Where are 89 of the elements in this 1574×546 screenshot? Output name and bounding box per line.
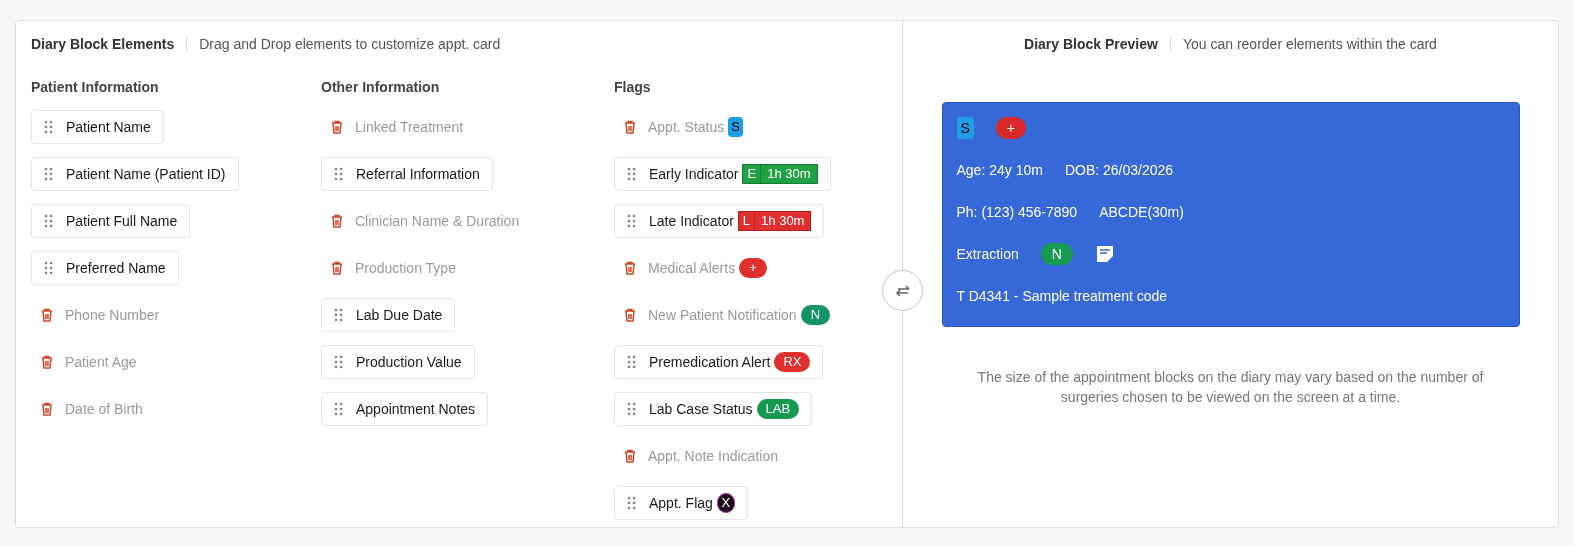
element-label: Date of Birth (65, 399, 143, 419)
drag-handle-icon[interactable] (625, 496, 637, 510)
element-label: Patient Age (65, 352, 137, 372)
card-text: T D4341 - Sample treatment code (956, 286, 1168, 306)
trash-icon[interactable] (624, 449, 636, 463)
element-item[interactable]: New Patient Notification N (614, 298, 843, 332)
trash-icon[interactable] (331, 214, 343, 228)
preview-note: The size of the appointment blocks on the diary may vary based on the number of surgeries chosen to be viewed on the screen at a time. (976, 368, 1485, 407)
trash-icon[interactable] (624, 120, 636, 134)
flag-badge: N (800, 305, 831, 325)
drag-handle-icon[interactable] (332, 402, 344, 416)
element-item[interactable]: Referral Information (321, 157, 493, 191)
element-label: Patient Name (66, 117, 151, 137)
card-text: DOB: 26/03/2026 (1064, 160, 1174, 180)
flag-badge: + (739, 258, 767, 278)
drag-handle-icon[interactable] (42, 120, 54, 134)
element-label: Medical Alerts (648, 258, 736, 278)
drag-handle-icon[interactable] (332, 308, 344, 322)
panel-title: Diary Block Elements (31, 34, 175, 54)
drag-handle-icon[interactable] (332, 355, 344, 369)
column-heading: Patient Information (31, 78, 160, 97)
drag-handle-icon[interactable] (625, 355, 637, 369)
card-text: Age: 24y 10m (956, 160, 1043, 180)
element-item[interactable]: Medical Alerts + (614, 251, 779, 285)
element-item[interactable]: Appt. Flag X (614, 486, 748, 520)
trash-icon[interactable] (41, 308, 53, 322)
element-item[interactable]: Premedication Alert RX (614, 345, 824, 379)
column-heading: Flags (614, 78, 652, 97)
swap-button[interactable] (882, 270, 923, 311)
card-badge: + (995, 117, 1027, 139)
note-icon (1094, 244, 1115, 264)
element-item[interactable]: Appointment Notes (321, 392, 489, 426)
column-heading: Other Information (321, 78, 441, 97)
element-label: Preferred Name (66, 258, 166, 278)
drag-handle-icon[interactable] (625, 214, 637, 228)
panel-subtitle: You can reorder elements within the card (1182, 34, 1437, 54)
trash-icon[interactable] (41, 355, 53, 369)
element-item[interactable]: Patient Name (Patient ID) (31, 157, 239, 191)
drag-handle-icon[interactable] (42, 167, 54, 181)
card-text: ABCDE(30m) (1099, 202, 1184, 222)
element-label: Lab Case Status (649, 399, 753, 419)
flag-badge: RX (774, 352, 811, 372)
element-label: Clinician Name & Duration (355, 211, 520, 231)
element-label: Appointment Notes (356, 399, 476, 419)
trash-icon[interactable] (624, 308, 636, 322)
element-item[interactable]: Early Indicator E 1h 30m (614, 157, 831, 191)
card-text: Ph: (123) 456-7890 (956, 202, 1078, 222)
trash-icon[interactable] (331, 261, 343, 275)
element-item[interactable]: Preferred Name (31, 251, 179, 285)
element-item[interactable]: Lab Case Status LAB (614, 392, 813, 426)
trash-icon[interactable] (624, 261, 636, 275)
drag-handle-icon[interactable] (42, 261, 54, 275)
panel-title: Diary Block Preview (1024, 34, 1158, 54)
flag-badge: L 1h 30m (737, 211, 812, 231)
trash-icon[interactable] (331, 120, 343, 134)
drag-handle-icon[interactable] (625, 402, 637, 416)
drag-handle-icon[interactable] (625, 167, 637, 181)
panel-subtitle: Drag and Drop elements to customize appt. card (199, 34, 501, 54)
drag-handle-icon[interactable] (332, 167, 344, 181)
card-badge: S (956, 117, 974, 139)
element-item[interactable]: Lab Due Date (321, 298, 456, 332)
element-label: Patient Name (Patient ID) (66, 164, 226, 184)
flag-badge: E 1h 30m (742, 164, 818, 184)
element-label: New Patient Notification (648, 305, 797, 325)
element-item[interactable]: Late Indicator L 1h 30m (614, 204, 825, 238)
drag-handle-icon[interactable] (42, 214, 54, 228)
element-label: Production Type (355, 258, 456, 278)
element-label: Late Indicator (649, 211, 734, 231)
element-label: Patient Full Name (66, 211, 178, 231)
element-label: Referral Information (356, 164, 480, 184)
flag-badge: X (716, 493, 735, 513)
element-item[interactable]: Patient Full Name (31, 204, 191, 238)
flag-badge: S (728, 117, 743, 137)
element-item[interactable]: Patient Name (31, 110, 164, 144)
trash-icon[interactable] (41, 402, 53, 416)
card-badge: N (1040, 243, 1073, 265)
element-label: Appt. Status (648, 117, 725, 137)
element-item[interactable]: Appt. Status S (614, 110, 755, 144)
element-label: Appt. Flag (649, 493, 713, 513)
card-text: Extraction (956, 244, 1019, 264)
element-label: Linked Treatment (355, 117, 464, 137)
element-label: Lab Due Date (356, 305, 443, 325)
element-item[interactable]: Production Value (321, 345, 475, 379)
flag-badge: LAB (756, 399, 800, 419)
element-label: Early Indicator (649, 164, 739, 184)
element-label: Production Value (356, 352, 462, 372)
element-label: Appt. Note Indication (648, 446, 778, 466)
element-label: Premedication Alert (649, 352, 771, 372)
element-label: Phone Number (65, 305, 160, 325)
